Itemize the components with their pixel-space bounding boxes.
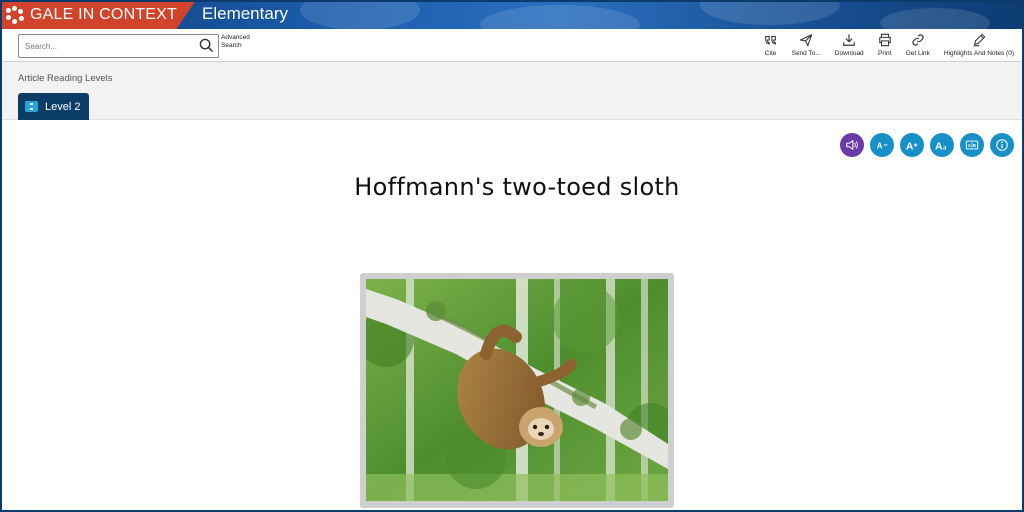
search-box xyxy=(18,34,219,58)
increase-text-button[interactable]: A xyxy=(900,133,924,157)
reader-controls: A A A a A B xyxy=(834,133,1014,157)
highlights-notes-label: Highlights And Notes (0) xyxy=(943,50,1014,57)
level-selector-tab[interactable]: Level 2 xyxy=(18,93,89,120)
info-button[interactable] xyxy=(990,133,1014,157)
brand-logo-link[interactable]: GALE IN CONTEXT xyxy=(0,0,196,29)
toolbar: Advanced Search Cite Send To... Download… xyxy=(0,29,1024,62)
level-label: Level 2 xyxy=(45,100,81,113)
gale-logo-icon xyxy=(6,5,24,24)
cite-button[interactable]: Cite xyxy=(764,33,778,57)
site-banner: GALE IN CONTEXT Elementary xyxy=(0,0,1024,29)
quote-icon xyxy=(764,35,776,45)
dictionary-button[interactable]: A B xyxy=(960,133,984,157)
brand-name: GALE IN CONTEXT xyxy=(30,5,178,23)
reading-levels-bar: Article Reading Levels Level 2 xyxy=(0,62,1024,120)
highlights-notes-button[interactable]: Highlights And Notes (0) xyxy=(944,33,1014,57)
svg-text:A: A xyxy=(877,142,883,151)
font-style-button[interactable]: A a xyxy=(930,133,954,157)
svg-text:B: B xyxy=(973,143,976,148)
decrease-text-button[interactable]: A xyxy=(870,133,894,157)
article-image-frame[interactable] xyxy=(360,273,674,508)
send-to-button[interactable]: Send To... xyxy=(792,33,821,57)
link-icon xyxy=(912,34,924,46)
pencil-icon xyxy=(973,33,986,47)
search-input[interactable] xyxy=(19,35,189,57)
reading-levels-title: Article Reading Levels xyxy=(18,73,113,84)
svg-text:a: a xyxy=(943,143,947,151)
font-decrease-icon: A xyxy=(877,142,888,151)
print-label: Print xyxy=(878,50,892,57)
product-name[interactable]: Elementary xyxy=(202,4,288,24)
svg-text:A: A xyxy=(935,140,943,152)
speaker-icon xyxy=(846,140,858,150)
svg-text:A: A xyxy=(968,143,972,148)
tool-group: Cite Send To... Download Print Get Link xyxy=(750,33,1014,61)
article-image xyxy=(366,279,668,501)
dictionary-icon: A B xyxy=(965,140,979,150)
download-icon xyxy=(843,34,856,46)
print-icon xyxy=(878,33,891,47)
article-title: Hoffmann's two-toed sloth xyxy=(354,173,680,201)
cite-label: Cite xyxy=(764,50,777,57)
listen-button[interactable] xyxy=(840,133,864,157)
download-button[interactable]: Download xyxy=(835,33,864,57)
send-to-label: Send To... xyxy=(791,50,821,57)
get-link-label: Get Link xyxy=(905,50,930,57)
print-button[interactable]: Print xyxy=(878,33,892,57)
advanced-search-link[interactable]: Advanced Search xyxy=(221,34,261,50)
font-style-icon: A a xyxy=(935,140,947,152)
level-selector-icon xyxy=(25,101,38,112)
search-icon[interactable] xyxy=(199,38,214,53)
download-label: Download xyxy=(834,50,864,57)
svg-text:A: A xyxy=(906,140,914,152)
sloth-photo-illustration xyxy=(366,279,668,501)
send-icon xyxy=(799,34,813,47)
info-icon xyxy=(996,139,1008,151)
font-increase-icon: A xyxy=(906,140,918,152)
get-link-button[interactable]: Get Link xyxy=(906,33,930,57)
